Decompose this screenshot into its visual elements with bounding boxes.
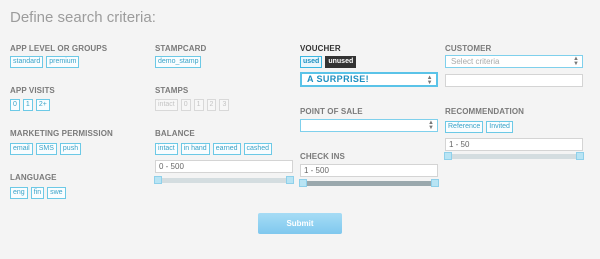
balance-slider-min-handle[interactable] xyxy=(154,176,162,184)
stampcard-label: STAMPCARD xyxy=(155,44,207,53)
tag-standard[interactable]: standard xyxy=(10,56,44,68)
recommendation-slider-min-handle[interactable] xyxy=(444,152,452,160)
recommendation-label: RECOMMENDATION xyxy=(445,107,525,116)
point-of-sale-label: POINT OF SALE xyxy=(300,107,363,116)
select-arrows-icon: ▲ ▼ xyxy=(573,56,579,67)
app-level-label: APP LEVEL OR GROUPS xyxy=(10,44,108,53)
tag-stamps-3[interactable]: 3 xyxy=(219,99,230,111)
recommendation-range-input[interactable]: 1 - 50 xyxy=(445,138,583,151)
tag-eng[interactable]: eng xyxy=(10,187,28,199)
voucher-select-value: A SURPRISE! xyxy=(307,74,370,84)
stampcard-tags: demo_stamp xyxy=(155,56,202,68)
voucher-label: VOUCHER xyxy=(300,44,341,53)
tag-swe[interactable]: swe xyxy=(47,187,66,199)
customer-select-placeholder: Select criteria xyxy=(451,57,500,66)
tag-balance-earned[interactable]: earned xyxy=(212,143,241,155)
voucher-select[interactable]: A SURPRISE! ▲ ▼ xyxy=(300,72,438,87)
customer-input[interactable] xyxy=(445,74,583,87)
balance-slider-max-handle[interactable] xyxy=(286,176,294,184)
check-ins-label: CHECK INS xyxy=(300,152,345,161)
recommendation-slider-max-handle[interactable] xyxy=(576,152,584,160)
check-ins-slider-max-handle[interactable] xyxy=(431,179,439,187)
tag-used[interactable]: used xyxy=(300,56,323,68)
balance-label: BALANCE xyxy=(155,129,195,138)
check-ins-slider-track[interactable] xyxy=(302,181,436,186)
tag-sms[interactable]: SMS xyxy=(35,143,57,155)
balance-range-input[interactable]: 0 - 500 xyxy=(155,160,293,173)
tag-balance-in-hand[interactable]: in hand xyxy=(180,143,210,155)
tag-demo-stamp[interactable]: demo_stamp xyxy=(155,56,202,68)
tag-unused[interactable]: unused xyxy=(325,56,357,68)
marketing-label: MARKETING PERMISSION xyxy=(10,129,113,138)
tag-visits-1[interactable]: 1 xyxy=(22,99,33,111)
app-visits-tags: 0 1 2+ xyxy=(10,99,50,111)
language-label: LANGUAGE xyxy=(10,173,57,182)
tag-invited[interactable]: Invited xyxy=(486,121,513,133)
recommendation-slider-track[interactable] xyxy=(447,154,581,159)
customer-select[interactable]: Select criteria ▲ ▼ xyxy=(445,55,583,68)
tag-reference[interactable]: Reference xyxy=(445,121,484,133)
page-title: Define search criteria: xyxy=(10,9,156,26)
app-visits-label: APP VISITS xyxy=(10,86,55,95)
select-arrows-icon: ▲ ▼ xyxy=(428,120,434,131)
tag-email[interactable]: email xyxy=(10,143,33,155)
balance-slider-track[interactable] xyxy=(157,178,291,183)
tag-stamps-1[interactable]: 1 xyxy=(193,99,204,111)
check-ins-slider-min-handle[interactable] xyxy=(299,179,307,187)
language-tags: eng fin swe xyxy=(10,187,66,199)
tag-balance-cashed[interactable]: cashed xyxy=(243,143,273,155)
balance-tags: intact in hand earned cashed xyxy=(155,143,273,155)
select-arrows-icon: ▲ ▼ xyxy=(426,75,433,86)
recommendation-tags: Reference Invited xyxy=(445,121,513,133)
marketing-tags: email SMS push xyxy=(10,143,82,155)
customer-label: CUSTOMER xyxy=(445,44,492,53)
tag-push[interactable]: push xyxy=(59,143,82,155)
check-ins-range-input[interactable]: 1 - 500 xyxy=(300,164,438,177)
stamps-label: STAMPS xyxy=(155,86,189,95)
tag-premium[interactable]: premium xyxy=(46,56,80,68)
tag-stamps-intact[interactable]: intact xyxy=(155,99,178,111)
submit-button[interactable]: Submit xyxy=(258,213,342,234)
voucher-tags: used unused xyxy=(300,56,357,68)
tag-visits-0[interactable]: 0 xyxy=(10,99,20,111)
point-of-sale-select[interactable]: ▲ ▼ xyxy=(300,119,438,132)
tag-fin[interactable]: fin xyxy=(30,187,45,199)
tag-stamps-0[interactable]: 0 xyxy=(180,99,191,111)
tag-balance-intact[interactable]: intact xyxy=(155,143,178,155)
tag-visits-2plus[interactable]: 2+ xyxy=(35,99,50,111)
app-level-tags: standard premium xyxy=(10,56,80,68)
stamps-tags: intact 0 1 2 3 xyxy=(155,99,230,111)
tag-stamps-2[interactable]: 2 xyxy=(206,99,217,111)
